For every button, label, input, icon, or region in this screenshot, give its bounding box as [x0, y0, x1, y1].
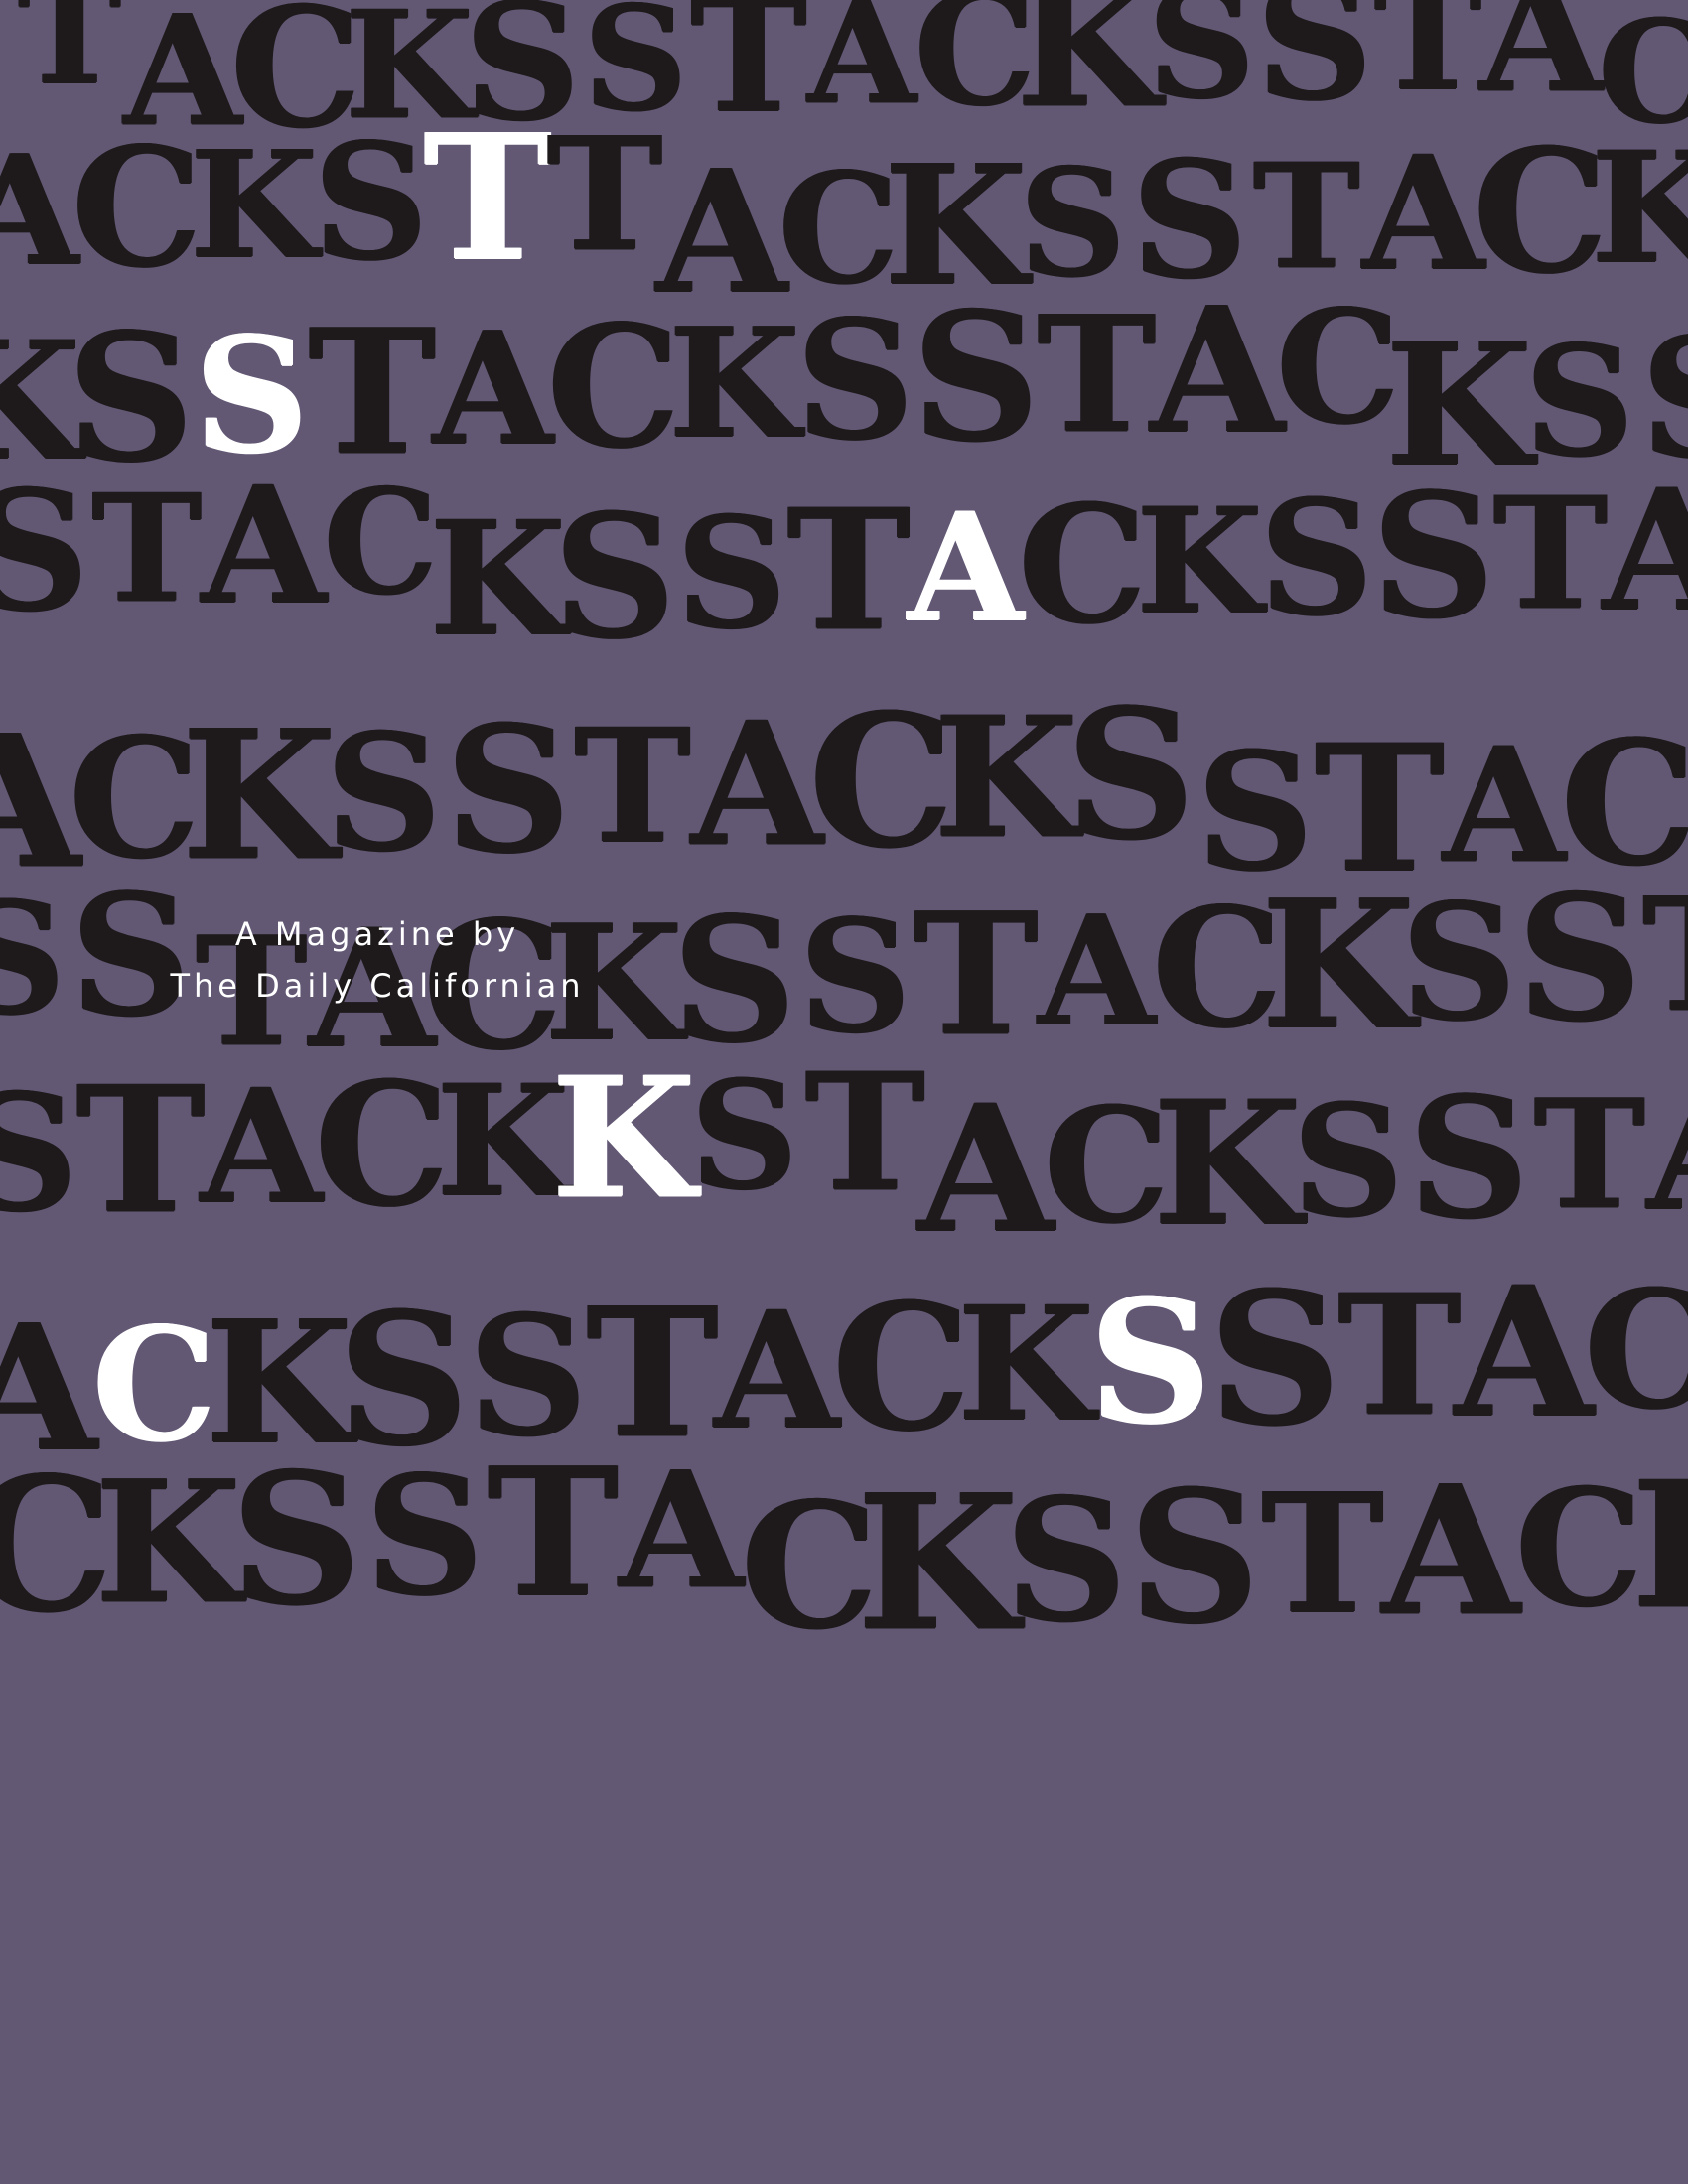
pattern-letter: A	[691, 684, 823, 885]
pattern-letter: T	[1373, 0, 1482, 123]
pattern-letter: T	[786, 473, 911, 668]
pattern-letter: K	[1016, 0, 1161, 145]
pattern-letter: S	[365, 1438, 485, 1632]
pattern-letter: T	[91, 462, 203, 636]
pattern-letter: C	[71, 110, 203, 304]
pattern-letter: A	[1603, 452, 1688, 648]
magazine-cover: TACKSSTACKSSTACKACKSTTACKSSTACKSKSSTACKS…	[0, 0, 1688, 2184]
byline-line-1: A Magazine by	[234, 915, 520, 953]
pattern-letter: C	[1044, 1073, 1170, 1259]
pattern-letter: A	[807, 0, 916, 136]
pattern-letter: A	[1381, 1446, 1520, 1656]
pattern-letter: S	[1516, 858, 1642, 1060]
pattern-letter: T	[1252, 132, 1360, 302]
pattern-letter: T	[308, 291, 437, 493]
title-letter-highlight: S	[194, 302, 309, 488]
pattern-letter: A	[1647, 1070, 1688, 1233]
pattern-letter: S	[1408, 1059, 1529, 1256]
pattern-letter: S	[1256, 0, 1373, 137]
pattern-letter: T	[804, 1037, 925, 1228]
pattern-letter: K	[182, 691, 337, 900]
pattern-letter: S	[1208, 1252, 1341, 1466]
title-letter-highlight: T	[423, 97, 552, 300]
pattern-letter: C	[832, 1266, 971, 1470]
pattern-letter: K	[94, 1442, 241, 1641]
pattern-letter: A	[619, 1435, 744, 1624]
pattern-letter: T	[17, 0, 122, 116]
pattern-letter: S	[1371, 455, 1495, 656]
pattern-letter: T	[1261, 1457, 1384, 1651]
pattern-letter: S	[553, 477, 676, 677]
pattern-letter: K	[1153, 1062, 1302, 1264]
pattern-letter: C	[323, 458, 439, 627]
pattern-letter: K	[429, 487, 566, 671]
pattern-letter: T	[1533, 1065, 1645, 1243]
pattern-letter: S	[0, 455, 89, 648]
pattern-letter: S	[912, 273, 1041, 480]
pattern-letter: T	[1642, 878, 1688, 1034]
cover-byline: A Magazine by The Daily Californian	[159, 908, 596, 1012]
pattern-letter: A	[1362, 122, 1484, 306]
pattern-letter: T	[1337, 1258, 1462, 1453]
title-letter-highlight: S	[1088, 1262, 1212, 1462]
pattern-letter: A	[1479, 0, 1603, 128]
pattern-letter: C	[1473, 111, 1609, 312]
pattern-letter: C	[808, 674, 955, 888]
pattern-letter: C	[1018, 470, 1148, 660]
pattern-letter: S	[325, 699, 442, 887]
pattern-letter: C	[1514, 1454, 1643, 1643]
pattern-letter: C	[546, 287, 681, 485]
pattern-letter: A	[917, 1066, 1055, 1272]
pattern-letter: A	[0, 121, 78, 299]
pattern-letter: T	[690, 0, 807, 148]
title-letter-highlight: A	[908, 480, 1024, 655]
pattern-letter: T	[546, 103, 663, 287]
pattern-letter: S	[1292, 1069, 1404, 1252]
pattern-letter: S	[1065, 670, 1196, 880]
pattern-letter: A	[714, 1277, 840, 1465]
pattern-letter: T	[1037, 280, 1157, 469]
pattern-letter: S	[795, 283, 914, 477]
pattern-letter: C	[1276, 276, 1401, 460]
pattern-letter: T	[1492, 462, 1609, 644]
pattern-letter: C	[314, 1044, 450, 1245]
pattern-letter: S	[0, 1059, 78, 1248]
pattern-letter: S	[1128, 1450, 1260, 1665]
pattern-letter: A	[200, 1055, 323, 1239]
pattern-letter: S	[445, 688, 571, 892]
pattern-letter: A	[1454, 1248, 1594, 1457]
pattern-letter: K	[857, 1453, 1019, 1673]
pattern-letter: T	[913, 875, 1039, 1073]
pattern-letter: T	[574, 695, 691, 879]
pattern-letter: K	[1261, 861, 1415, 1068]
pattern-letter: K	[1632, 1459, 1688, 1633]
pattern-letter: A	[1150, 270, 1285, 473]
pattern-letter: T	[487, 1429, 620, 1636]
pattern-letter: S	[690, 1048, 798, 1223]
byline-line-2: The Daily Californian	[170, 967, 585, 1005]
pattern-letter: S	[1005, 1461, 1127, 1660]
title-letter-highlight: K	[551, 1040, 696, 1236]
pattern-letter: S	[230, 1433, 362, 1645]
pattern-letter: S	[1147, 0, 1256, 132]
pattern-letter: S	[0, 867, 66, 1049]
pattern-letter: C	[1584, 1255, 1688, 1445]
pattern-letter: S	[1259, 466, 1374, 651]
pattern-letter: K	[933, 680, 1078, 876]
pattern-letter: S	[798, 886, 912, 1067]
pattern-letter: A	[432, 298, 553, 479]
pattern-letter: S	[313, 107, 429, 296]
pattern-letter: K	[1591, 118, 1688, 298]
pattern-letter: K	[190, 118, 318, 291]
pattern-letter: K	[1136, 477, 1263, 646]
pattern-letter: K	[957, 1273, 1094, 1456]
pattern-letter: T	[75, 1048, 206, 1253]
pattern-letter: S	[1401, 868, 1517, 1056]
pattern-letter: A	[201, 452, 327, 640]
pattern-letter: K	[668, 294, 800, 472]
pattern-letter: A	[1038, 882, 1156, 1059]
pattern-letter: K	[436, 1051, 570, 1231]
pattern-letter: S	[676, 483, 787, 663]
